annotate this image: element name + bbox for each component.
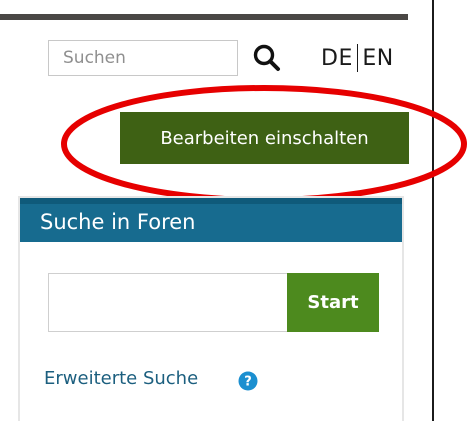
help-circle-icon[interactable]: ?: [238, 371, 258, 391]
search-input[interactable]: [48, 40, 238, 76]
forum-search-panel: Suche in Foren Start Erweiterte Suche ?: [18, 196, 404, 421]
search-button[interactable]: [252, 40, 282, 76]
search-icon: [253, 44, 280, 71]
svg-text:?: ?: [244, 375, 252, 390]
vertical-divider: [432, 0, 434, 421]
advanced-search-link[interactable]: Erweiterte Suche: [44, 368, 198, 389]
language-de-link[interactable]: DE: [321, 46, 353, 71]
edit-mode-button[interactable]: Bearbeiten einschalten: [120, 112, 409, 164]
language-separator: [356, 44, 359, 72]
language-switcher: DE EN: [321, 40, 394, 76]
forum-search-input[interactable]: [48, 273, 288, 332]
start-button[interactable]: Start: [287, 273, 379, 332]
top-divider: [0, 14, 408, 20]
forum-search-header: Suche in Foren: [20, 198, 402, 242]
language-en-link[interactable]: EN: [362, 46, 393, 71]
forum-search-title: Suche in Foren: [40, 210, 196, 234]
page: DE EN Bearbeiten einschalten Suche in Fo…: [0, 0, 471, 421]
